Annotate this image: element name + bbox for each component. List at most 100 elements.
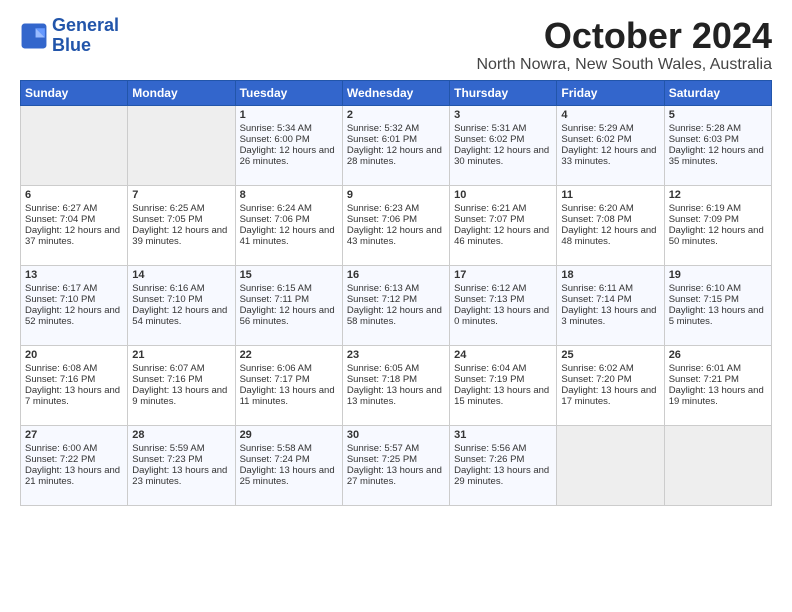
sunset: Sunset: 7:09 PM (669, 214, 739, 225)
header-row: SundayMondayTuesdayWednesdayThursdayFrid… (21, 80, 772, 105)
col-header-saturday: Saturday (664, 80, 771, 105)
calendar-cell: 6Sunrise: 6:27 AMSunset: 7:04 PMDaylight… (21, 185, 128, 265)
day-number: 2 (347, 109, 445, 121)
day-number: 20 (25, 349, 123, 361)
sunset: Sunset: 7:16 PM (132, 374, 202, 385)
day-number: 8 (240, 189, 338, 201)
calendar-cell: 13Sunrise: 6:17 AMSunset: 7:10 PMDayligh… (21, 265, 128, 345)
sunset: Sunset: 6:03 PM (669, 134, 739, 145)
calendar-cell: 12Sunrise: 6:19 AMSunset: 7:09 PMDayligh… (664, 185, 771, 265)
calendar-cell: 7Sunrise: 6:25 AMSunset: 7:05 PMDaylight… (128, 185, 235, 265)
calendar-cell: 22Sunrise: 6:06 AMSunset: 7:17 PMDayligh… (235, 345, 342, 425)
calendar-cell: 18Sunrise: 6:11 AMSunset: 7:14 PMDayligh… (557, 265, 664, 345)
day-number: 14 (132, 269, 230, 281)
daylight: Daylight: 12 hours and 58 minutes. (347, 305, 442, 327)
calendar-cell: 5Sunrise: 5:28 AMSunset: 6:03 PMDaylight… (664, 105, 771, 185)
daylight: Daylight: 12 hours and 39 minutes. (132, 225, 227, 247)
col-header-tuesday: Tuesday (235, 80, 342, 105)
sunset: Sunset: 7:19 PM (454, 374, 524, 385)
calendar-title: October 2024 (476, 16, 772, 56)
week-row-1: 1 Sunrise: 5:34 AMSunset: 6:00 PMDaylight… (21, 105, 772, 185)
sunrise: Sunrise: 6:16 AM (132, 283, 204, 294)
daylight: Daylight: 13 hours and 29 minutes. (454, 465, 549, 487)
sunrise: Sunrise: 6:19 AM (669, 203, 741, 214)
sunrise: Sunrise: 6:25 AM (132, 203, 204, 214)
sunset: Sunset: 7:17 PM (240, 374, 310, 385)
sunrise: Sunrise: 5:34 AM (240, 123, 312, 134)
day-number: 30 (347, 429, 445, 441)
daylight: Daylight: 12 hours and 26 minutes. (240, 145, 335, 167)
sunrise: Sunrise: 6:15 AM (240, 283, 312, 294)
sunset: Sunset: 6:01 PM (347, 134, 417, 145)
sunset: Sunset: 7:25 PM (347, 454, 417, 465)
sunset: Sunset: 7:10 PM (132, 294, 202, 305)
calendar-cell: 8Sunrise: 6:24 AMSunset: 7:06 PMDaylight… (235, 185, 342, 265)
sunset: Sunset: 6:02 PM (454, 134, 524, 145)
calendar-table: SundayMondayTuesdayWednesdayThursdayFrid… (20, 80, 772, 506)
sunrise: Sunrise: 6:08 AM (25, 363, 97, 374)
week-row-3: 13Sunrise: 6:17 AMSunset: 7:10 PMDayligh… (21, 265, 772, 345)
sunrise: Sunrise: 5:28 AM (669, 123, 741, 134)
logo-text: General Blue (52, 16, 119, 56)
calendar-cell: 31Sunrise: 5:56 AMSunset: 7:26 PMDayligh… (450, 425, 557, 505)
sunset: Sunset: 7:04 PM (25, 214, 95, 225)
calendar-cell: 9Sunrise: 6:23 AMSunset: 7:06 PMDaylight… (342, 185, 449, 265)
sunrise: Sunrise: 6:12 AM (454, 283, 526, 294)
sunset: Sunset: 7:24 PM (240, 454, 310, 465)
calendar-cell: 15Sunrise: 6:15 AMSunset: 7:11 PMDayligh… (235, 265, 342, 345)
calendar-cell: 25Sunrise: 6:02 AMSunset: 7:20 PMDayligh… (557, 345, 664, 425)
sunset: Sunset: 6:00 PM (240, 134, 310, 145)
day-number: 31 (454, 429, 552, 441)
sunrise: Sunrise: 6:01 AM (669, 363, 741, 374)
title-block: October 2024 North Nowra, New South Wale… (476, 16, 772, 74)
day-number: 28 (132, 429, 230, 441)
daylight: Daylight: 13 hours and 21 minutes. (25, 465, 120, 487)
daylight: Daylight: 12 hours and 46 minutes. (454, 225, 549, 247)
col-header-thursday: Thursday (450, 80, 557, 105)
calendar-cell: 26Sunrise: 6:01 AMSunset: 7:21 PMDayligh… (664, 345, 771, 425)
calendar-cell: 16Sunrise: 6:13 AMSunset: 7:12 PMDayligh… (342, 265, 449, 345)
sunrise: Sunrise: 6:07 AM (132, 363, 204, 374)
sunset: Sunset: 7:20 PM (561, 374, 631, 385)
day-number: 1 (240, 109, 338, 121)
daylight: Daylight: 13 hours and 11 minutes. (240, 385, 335, 407)
day-number: 19 (669, 269, 767, 281)
sunrise: Sunrise: 6:24 AM (240, 203, 312, 214)
logo-icon (20, 22, 48, 50)
sunset: Sunset: 7:05 PM (132, 214, 202, 225)
sunset: Sunset: 7:22 PM (25, 454, 95, 465)
daylight: Daylight: 13 hours and 23 minutes. (132, 465, 227, 487)
sunset: Sunset: 7:13 PM (454, 294, 524, 305)
daylight: Daylight: 12 hours and 54 minutes. (132, 305, 227, 327)
daylight: Daylight: 12 hours and 37 minutes. (25, 225, 120, 247)
day-number: 29 (240, 429, 338, 441)
sunrise: Sunrise: 6:05 AM (347, 363, 419, 374)
daylight: Daylight: 13 hours and 15 minutes. (454, 385, 549, 407)
sunset: Sunset: 7:11 PM (240, 294, 310, 305)
week-row-4: 20 Sunrise: 6:08 AM Sunset: 7:16 PM Dayligh… (21, 345, 772, 425)
day-number: 26 (669, 349, 767, 361)
daylight: Daylight: 12 hours and 52 minutes. (25, 305, 120, 327)
day-number: 24 (454, 349, 552, 361)
sunrise: Sunrise: 5:56 AM (454, 443, 526, 454)
sunrise: Sunrise: 6:17 AM (25, 283, 97, 294)
sunrise: Sunrise: 6:20 AM (561, 203, 633, 214)
sunset: Sunset: 7:18 PM (347, 374, 417, 385)
day-number: 17 (454, 269, 552, 281)
day-number: 12 (669, 189, 767, 201)
sunrise: Sunrise: 6:02 AM (561, 363, 633, 374)
daylight: Daylight: 12 hours and 41 minutes. (240, 225, 335, 247)
sunrise: Sunrise: 6:23 AM (347, 203, 419, 214)
header: General Blue October 2024 North Nowra, N… (20, 16, 772, 74)
calendar-cell (128, 105, 235, 185)
day-number: 21 (132, 349, 230, 361)
sunset: Sunset: 7:06 PM (347, 214, 417, 225)
day-number: 9 (347, 189, 445, 201)
day-number: 15 (240, 269, 338, 281)
calendar-cell: 4Sunrise: 5:29 AMSunset: 6:02 PMDaylight… (557, 105, 664, 185)
calendar-cell: 28Sunrise: 5:59 AMSunset: 7:23 PMDayligh… (128, 425, 235, 505)
day-number: 10 (454, 189, 552, 201)
day-number: 22 (240, 349, 338, 361)
sunrise: Sunrise: 6:00 AM (25, 443, 97, 454)
sunrise: Sunrise: 6:10 AM (669, 283, 741, 294)
